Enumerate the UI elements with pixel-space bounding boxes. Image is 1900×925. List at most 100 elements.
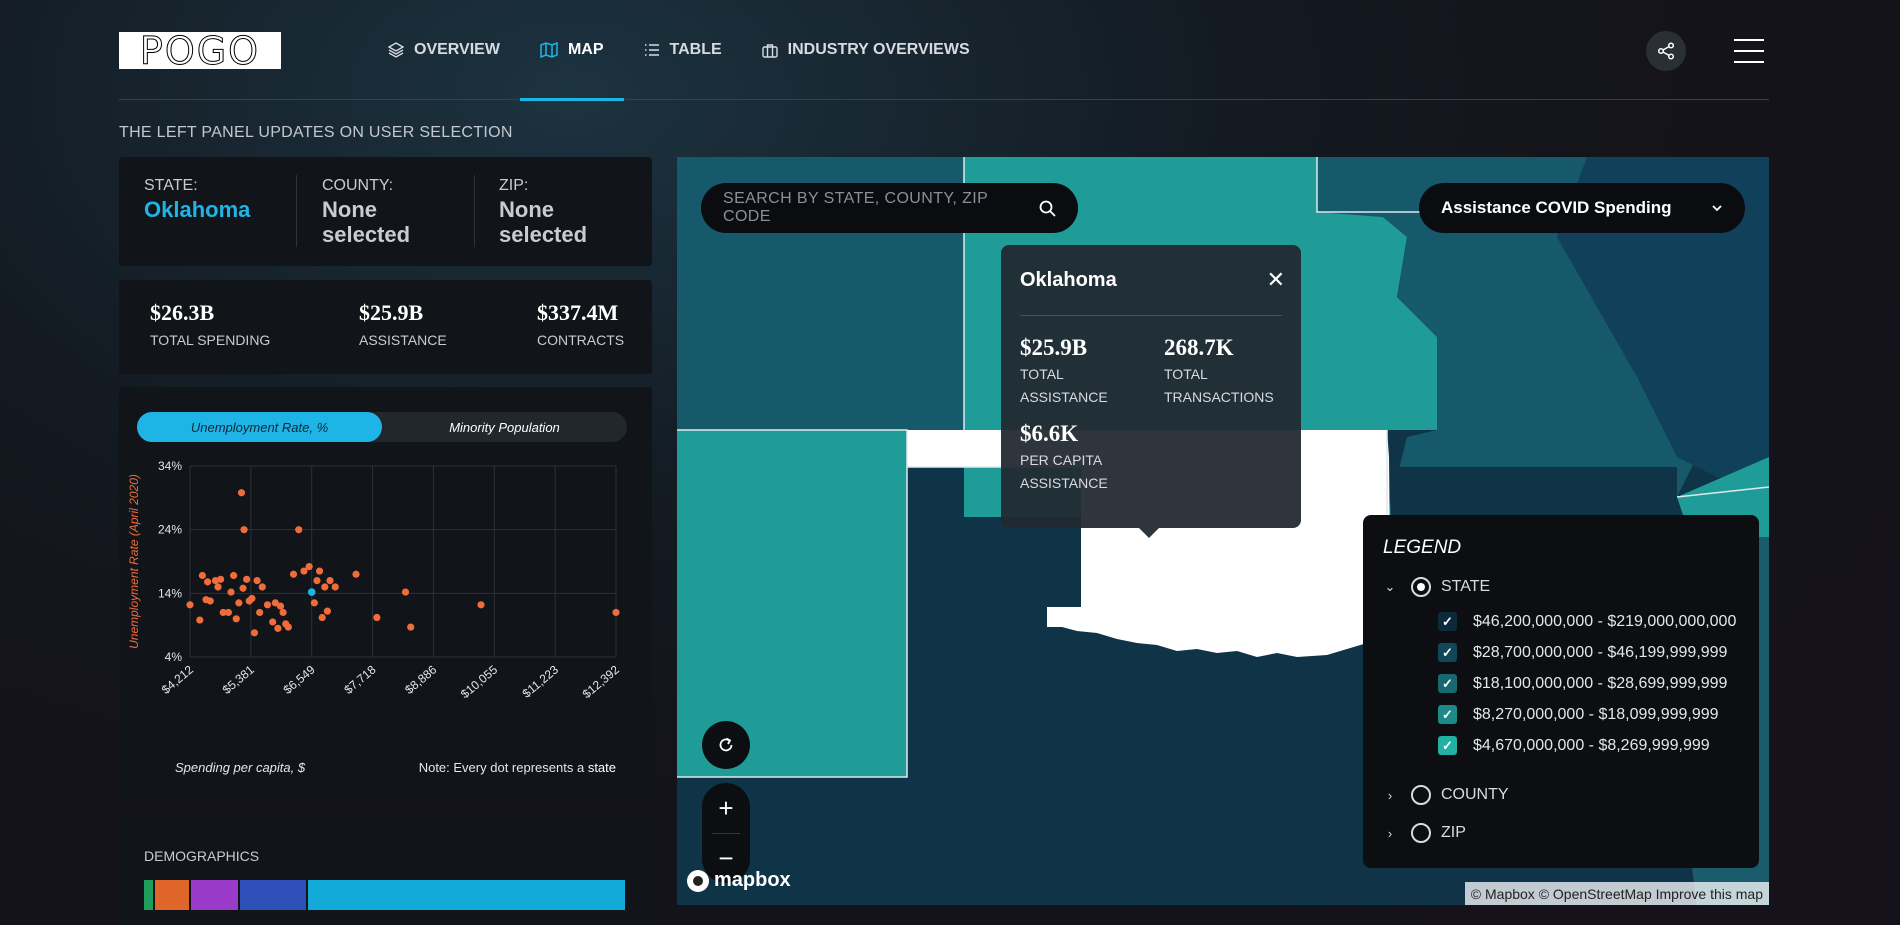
legend-range-item[interactable]: ✓ $4,670,000,000 - $8,269,999,999 [1438,736,1710,755]
tooltip-total-assistance: $25.9B TOTAL ASSISTANCE [1020,335,1150,409]
demographic-segment[interactable] [190,880,238,910]
totals-panel: $26.3B TOTAL SPENDING $25.9B ASSISTANCE … [119,280,652,374]
scatter-panel: Unemployment Rate, % Minority Population… [119,387,652,801]
demographic-segment[interactable] [239,880,307,910]
state-tooltip: Oklahoma ✕ $25.9B TOTAL ASSISTANCE 268.7… [1001,245,1301,538]
tab-overview-label: OVERVIEW [414,41,500,58]
checkbox-icon[interactable]: ✓ [1438,612,1457,631]
tooltip-divider [1020,315,1282,316]
map-attribution[interactable]: © Mapbox © OpenStreetMap Improve this ma… [1464,882,1769,905]
scatter-point [198,571,206,580]
checkbox-icon[interactable]: ✓ [1438,674,1457,693]
x-tick-label: $10,055 [458,662,500,701]
legend-zip-row[interactable]: › ZIP [1383,823,1466,843]
legend-range-item[interactable]: ✓ $8,270,000,000 - $18,099,999,999 [1438,705,1719,724]
hamburger-menu-button[interactable] [1734,39,1764,63]
contracts-label: CONTRACTS [537,332,625,348]
tab-industry-overviews[interactable]: INDUSTRY OVERVIEWS [742,0,990,100]
layers-icon [388,42,404,58]
state-value: Oklahoma [144,197,251,222]
contracts-value: $337.4M [537,300,619,325]
legend-state-row[interactable]: ⌄ STATE [1383,577,1490,597]
state-radio-label: STATE [1441,578,1491,595]
mapbox-logo[interactable]: mapbox [687,869,791,892]
toggle-minority[interactable]: Minority Population [382,412,627,442]
zip-selection[interactable]: ZIP: None selected [499,177,609,247]
tab-overview[interactable]: OVERVIEW [368,0,520,100]
zoom-in-button[interactable]: + [702,783,750,833]
x-tick-label: $4,212 [159,662,196,697]
scatter-point [279,608,287,617]
legend-range-item[interactable]: ✓ $46,200,000,000 - $219,000,000,000 [1438,612,1736,631]
top-header: POGO OVERVIEW MAP TABLE INDUSTRY OVERVIE… [119,0,1769,101]
scatter-point [274,624,282,632]
tooltip-total-transactions: 268.7K TOTAL TRANSACTIONS [1164,335,1294,409]
tab-table[interactable]: TABLE [624,0,742,100]
scatter-point [284,623,292,631]
toggle-unemployment[interactable]: Unemployment Rate, % [137,412,382,442]
logo-text: POGO [139,28,261,73]
county-selection[interactable]: COUNTY: None selected [322,177,432,247]
demographics-bar [144,880,627,910]
tooltip-title: Oklahoma [1020,269,1117,291]
scatter-point [240,526,248,534]
demographic-segment[interactable] [308,880,625,910]
tab-map[interactable]: MAP [519,0,624,101]
dropdown-value: Assistance COVID Spending [1441,198,1672,217]
metric-dropdown[interactable]: Assistance COVID Spending [1419,183,1745,233]
county-label: COUNTY: [322,177,394,194]
zoom-divider [712,833,740,834]
scatter-point [204,578,212,586]
chevron-right-icon[interactable]: › [1383,826,1397,841]
demographics-panel: DEMOGRAPHICS [119,816,652,925]
legend-title: LEGEND [1383,537,1462,558]
checkbox-icon[interactable]: ✓ [1438,705,1457,724]
legend-range-label: $28,700,000,000 - $46,199,999,999 [1473,643,1728,661]
zip-radio[interactable] [1411,823,1431,843]
scatter-point [331,583,339,591]
state-radio[interactable] [1411,577,1431,597]
assistance-stat: $25.9B ASSISTANCE [359,300,447,348]
scatter-point [206,597,214,605]
assistance-label: ASSISTANCE [359,332,447,348]
tooltip-stat-label: TOTAL TRANSACTIONS [1164,366,1274,405]
chevron-down-icon[interactable]: ⌄ [1383,579,1397,595]
share-button[interactable] [1646,31,1686,71]
x-tick-label: $12,392 [580,662,622,701]
reset-view-button[interactable] [702,721,750,769]
state-selection[interactable]: STATE: Oklahoma [144,177,250,222]
demographic-segment[interactable] [155,880,189,910]
map-view[interactable]: SEARCH BY STATE, COUNTY, ZIP CODE Assist… [677,157,1769,905]
scatter-point [235,599,243,607]
scatter-point [214,583,222,591]
selection-panel: STATE: Oklahoma COUNTY: None selected ZI… [119,157,652,266]
tooltip-stat-value: $6.6K [1020,421,1079,446]
close-icon[interactable]: ✕ [1267,267,1285,293]
scatter-point [313,577,321,585]
demographic-segment[interactable] [144,880,154,910]
chevron-right-icon[interactable]: › [1383,788,1397,803]
legend-range-item[interactable]: ✓ $28,700,000,000 - $46,199,999,999 [1438,643,1727,662]
x-tick-label: $6,549 [281,662,318,697]
map-legend: LEGEND ⌄ STATE ✓ $46,200,000,000 - $219,0… [1363,515,1759,868]
tab-industry-overviews-label: INDUSTRY OVERVIEWS [787,41,970,58]
tooltip-stat-value: $25.9B [1020,335,1088,360]
scatter-point [276,602,285,610]
search-input[interactable]: SEARCH BY STATE, COUNTY, ZIP CODE [701,183,1078,233]
scatter-point [196,616,204,624]
pogo-logo[interactable]: POGO [119,28,281,73]
legend-county-row[interactable]: › COUNTY [1383,785,1509,805]
scatter-point [227,588,235,596]
scatter-point [401,588,410,596]
scatter-point [310,599,318,607]
county-radio[interactable] [1411,785,1431,805]
map-icon [540,42,558,58]
legend-range-item[interactable]: ✓ $18,100,000,000 - $28,699,999,999 [1438,674,1727,693]
zip-value: None selected [499,197,588,247]
y-axis-title: Unemployment Rate (April 2020) [127,474,141,649]
checkbox-icon[interactable]: ✓ [1438,736,1457,755]
tab-table-label: TABLE [669,41,722,58]
total-spending-value: $26.3B [150,300,215,325]
menu-line [1734,39,1764,41]
checkbox-icon[interactable]: ✓ [1438,643,1457,662]
